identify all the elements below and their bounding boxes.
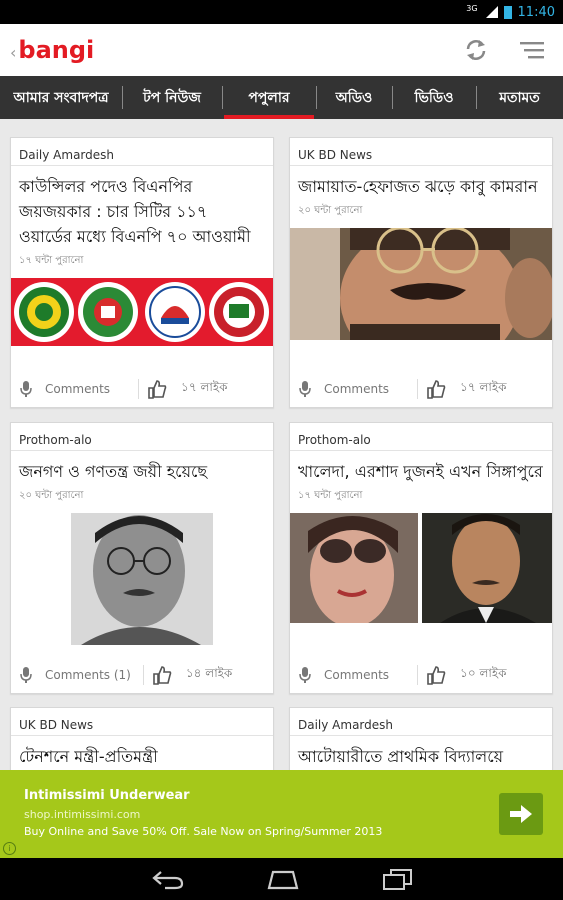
news-time: ২০ ঘন্টা পুরানো (19, 490, 84, 501)
app-bar: ‹ bangi (0, 24, 563, 76)
thumbs-up-icon[interactable] (426, 665, 446, 685)
news-headline[interactable]: খালেদা, এরশাদ দুজনই এখন সিঙ্গাপুরে (290, 451, 552, 484)
thumbs-up-icon[interactable] (147, 379, 167, 399)
news-time: ১৭ ঘন্টা পুরানো (19, 255, 84, 266)
tab-top-news[interactable]: টপ নিউজ (122, 76, 222, 119)
tab-my-newspaper[interactable]: আমার সংবাদপত্র (0, 76, 122, 119)
tab-label: টপ নিউজ (143, 89, 201, 106)
app-logo[interactable]: ‹ bangi (10, 36, 94, 64)
status-bar: 3G 11:40 (0, 0, 563, 24)
comments-link[interactable]: Comments (45, 382, 110, 396)
thumbs-up-icon[interactable] (152, 665, 172, 685)
news-image[interactable] (290, 513, 552, 623)
card-footer: Comments ১৭ লাইক (11, 370, 273, 407)
tab-video[interactable]: ভিডিও (392, 76, 476, 119)
microphone-icon[interactable] (298, 380, 312, 398)
network-type: 3G (466, 3, 478, 13)
signal-icon (484, 5, 498, 19)
tab-label: আমার সংবাদপত্র (13, 89, 109, 106)
recent-apps-icon[interactable] (381, 868, 413, 890)
news-image[interactable] (290, 228, 552, 340)
category-tabs: আমার সংবাদপত্র টপ নিউজ পপুলার অডিও ভিডিও… (0, 76, 563, 119)
news-source: Daily Amardesh (290, 708, 552, 736)
news-card[interactable]: Daily Amardesh কাউন্সিলর পদেও বিএনপির জয… (10, 137, 274, 408)
microphone-icon[interactable] (19, 380, 33, 398)
news-time: ২০ ঘন্টা পুরানো (298, 205, 363, 216)
news-headline[interactable]: টেনশনে মন্ত্রী-প্রতিমন্ত্রী (11, 736, 273, 769)
man-glasses-photo (290, 228, 552, 340)
news-source: Prothom-alo (11, 423, 273, 451)
news-source: UK BD News (290, 138, 552, 166)
news-card[interactable]: Prothom-alo জনগণ ও গণতন্ত্র জয়ী হয়েছে … (10, 422, 274, 694)
news-source: Daily Amardesh (11, 138, 273, 166)
like-count: ১৭ লাইক (460, 379, 507, 394)
news-image[interactable] (11, 513, 273, 645)
two-portraits (290, 513, 552, 623)
tab-label: অডিও (335, 89, 373, 106)
tab-label: মতামত (499, 89, 540, 106)
party-logos-image (14, 282, 269, 342)
back-caret-icon: ‹ (10, 43, 17, 62)
card-footer: Comments ১৭ লাইক (290, 370, 552, 407)
ad-title[interactable]: Intimissimi Underwear (24, 788, 190, 803)
divider (138, 378, 140, 399)
card-footer: Comments (1) ১৪ লাইক (11, 656, 273, 693)
tab-label: ভিডিও (414, 89, 454, 106)
news-headline[interactable]: কাউন্সিলর পদেও বিএনপির জয়জয়কার : চার স… (11, 166, 273, 249)
news-headline[interactable]: জনগণ ও গণতন্ত্র জয়ী হয়েছে (11, 451, 273, 484)
ad-banner[interactable]: Intimissimi Underwear shop.intimissimi.c… (0, 770, 563, 858)
news-feed[interactable]: Daily Amardesh কাউন্সিলর পদেও বিএনপির জয… (0, 119, 563, 770)
arrow-right-icon (510, 805, 532, 823)
microphone-icon[interactable] (298, 666, 312, 684)
news-card[interactable]: UK BD News জামায়াত-হেফাজত ঝড়ে কাবু কাম… (289, 137, 553, 408)
home-icon[interactable] (265, 868, 301, 890)
comments-link[interactable]: Comments (324, 668, 389, 682)
microphone-icon[interactable] (19, 666, 33, 684)
news-image[interactable] (11, 278, 273, 346)
divider (417, 378, 419, 399)
logo-text: bangi (18, 36, 95, 64)
divider (417, 664, 419, 685)
news-time: ১৭ ঘন্টা পুরানো (298, 490, 363, 501)
comments-link[interactable]: Comments (324, 382, 389, 396)
ad-info-icon[interactable]: i (3, 842, 16, 855)
news-card[interactable]: UK BD News টেনশনে মন্ত্রী-প্রতিমন্ত্রী (10, 707, 274, 770)
divider (142, 664, 144, 685)
card-footer: Comments ১০ লাইক (290, 656, 552, 693)
battery-icon (503, 5, 512, 19)
menu-icon[interactable] (519, 37, 545, 63)
like-count: ১০ লাইক (460, 665, 507, 680)
comments-link[interactable]: Comments (1) (45, 668, 131, 682)
ad-text: Buy Online and Save 50% Off. Sale Now on… (24, 825, 383, 838)
news-card[interactable]: Daily Amardesh আটোয়ারীতে প্রাথমিক বিদ্য… (289, 707, 553, 770)
man-portrait-bw (71, 513, 213, 645)
tab-label: পপুলার (248, 89, 290, 106)
clock: 11:40 (517, 4, 555, 20)
news-headline[interactable]: আটোয়ারীতে প্রাথমিক বিদ্যালয়ে (290, 736, 552, 769)
thumbs-up-icon[interactable] (426, 379, 446, 399)
tab-popular[interactable]: পপুলার (222, 76, 316, 119)
news-source: Prothom-alo (290, 423, 552, 451)
ad-url[interactable]: shop.intimissimi.com (24, 808, 140, 821)
like-count: ১৪ লাইক (185, 665, 233, 680)
tab-opinion[interactable]: মতামত (476, 76, 563, 119)
news-headline[interactable]: জামায়াত-হেফাজত ঝড়ে কাবু কামরান (290, 166, 552, 199)
news-source: UK BD News (11, 708, 273, 736)
back-icon[interactable] (151, 868, 185, 890)
refresh-icon[interactable] (463, 37, 489, 63)
system-nav-bar (0, 858, 563, 900)
news-card[interactable]: Prothom-alo খালেদা, এরশাদ দুজনই এখন সিঙ্… (289, 422, 553, 694)
ad-arrow-button[interactable] (499, 793, 543, 835)
like-count: ১৭ লাইক (181, 379, 228, 394)
tab-audio[interactable]: অডিও (316, 76, 392, 119)
